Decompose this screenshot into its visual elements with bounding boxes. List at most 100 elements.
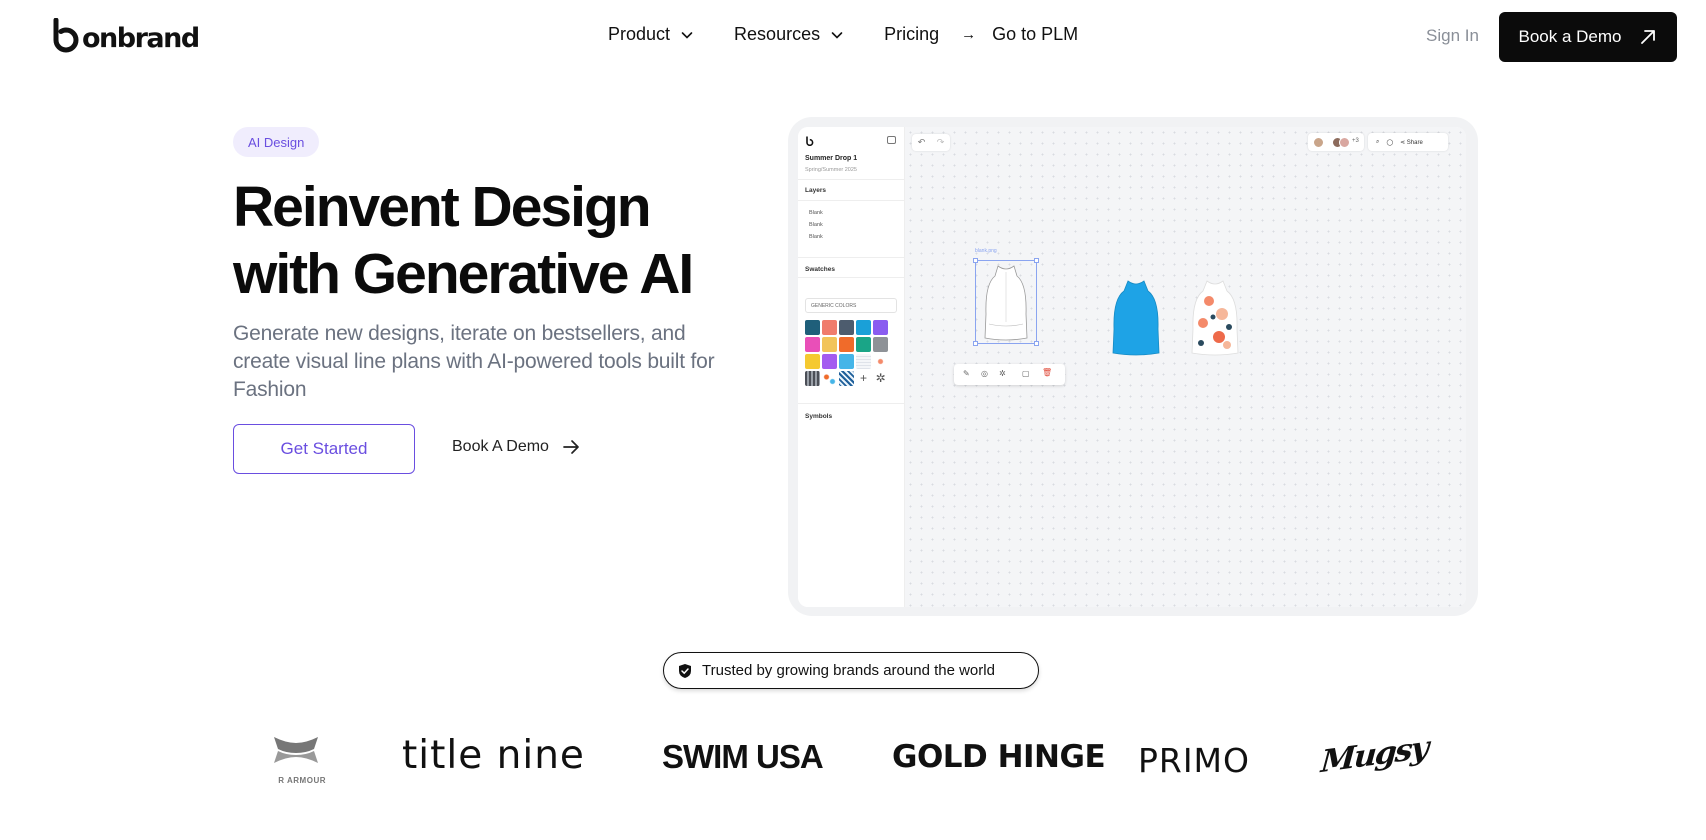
chevron-down-icon	[831, 31, 843, 39]
nav-product-label: Product	[608, 24, 671, 44]
collaborators-count: +3	[1352, 138, 1359, 144]
category-badge: AI Design	[233, 127, 320, 157]
selection-label: blank.png	[975, 248, 997, 254]
resize-handle[interactable]	[973, 341, 978, 346]
arrow-up-right-icon	[1640, 30, 1655, 44]
symbols-heading: Symbols	[805, 413, 833, 420]
generate-swatch-icon[interactable]: ✲	[873, 371, 888, 386]
book-a-demo-link[interactable]: Book A Demo	[452, 437, 581, 457]
divider	[798, 179, 905, 180]
search-icon[interactable]: ⌕	[1376, 139, 1379, 146]
avatar	[1313, 137, 1324, 148]
avatar	[1339, 137, 1350, 148]
swatch[interactable]	[839, 354, 854, 369]
onbrand-mark-icon	[53, 18, 79, 53]
brand-logo-mugsy: Mugsy	[1319, 729, 1429, 781]
garment-blank[interactable]	[981, 264, 1031, 342]
swatch[interactable]	[822, 320, 837, 335]
undo-icon[interactable]: ↶	[918, 137, 926, 148]
garment-pattern[interactable]	[1189, 279, 1241, 357]
divider	[798, 200, 905, 201]
brand-name: R ARMOUR	[278, 776, 326, 785]
lock-icon[interactable]: ▢	[1022, 369, 1030, 378]
logo-wordmark: onbrand	[82, 23, 200, 54]
get-started-button[interactable]: Get Started	[233, 424, 415, 474]
preview-sidebar: Summer Drop 1 Spring/Summer 2025 Layers …	[798, 127, 905, 607]
layer-item[interactable]: Blank	[809, 210, 823, 216]
swatch[interactable]	[856, 354, 871, 369]
sign-in-link[interactable]: Sign In	[1426, 26, 1479, 46]
swatch[interactable]	[805, 337, 820, 352]
brand-logo-gold-hinge: GOLD HINGE	[892, 739, 1106, 775]
app-preview: Summer Drop 1 Spring/Summer 2025 Layers …	[798, 127, 1466, 607]
brand-logo-primo: PRIMO	[1138, 741, 1251, 780]
panel-toggle-icon[interactable]	[887, 136, 896, 144]
resize-handle[interactable]	[973, 258, 978, 263]
swatch[interactable]	[873, 354, 888, 369]
swatch[interactable]	[822, 337, 837, 352]
brand-logo-swim-usa: SWIM USA	[662, 738, 824, 775]
main-menu: Product Resources Pricing → Go to PLM	[608, 24, 1078, 45]
hero-title: Reinvent Design with Generative AI	[233, 174, 753, 308]
nav-pricing[interactable]: Pricing	[884, 24, 939, 45]
hero-subtitle: Generate new designs, iterate on bestsel…	[233, 322, 715, 401]
swatch[interactable]	[873, 320, 888, 335]
divider	[798, 257, 905, 258]
edit-icon[interactable]: ✎	[963, 369, 970, 378]
redo-icon[interactable]: ↷	[937, 137, 945, 148]
undo-redo-group: ↶ ↷	[912, 134, 950, 151]
layer-item[interactable]: Blank	[809, 234, 823, 240]
add-swatch-button[interactable]: +	[856, 371, 871, 386]
share-group: ⌕ ◯ ⋖ Share	[1368, 133, 1448, 151]
comment-icon[interactable]: ◯	[1386, 139, 1393, 146]
share-label: Share	[1406, 139, 1423, 146]
collaborators[interactable]: +3	[1308, 133, 1364, 151]
divider	[798, 277, 905, 278]
onbrand-logo[interactable]: onbrand	[52, 18, 200, 54]
top-nav: onbrand Product Resources Pricing → Go t…	[0, 0, 1706, 74]
object-toolbar: ✎ ◎ ✲ ▢ 🗑	[954, 364, 1065, 385]
divider	[798, 403, 905, 404]
swatch[interactable]	[822, 354, 837, 369]
layers-heading: Layers	[805, 187, 826, 194]
project-season: Spring/Summer 2025	[805, 167, 857, 173]
swatch-set-select[interactable]: GENERIC COLORS	[805, 298, 897, 313]
swatch[interactable]	[805, 354, 820, 369]
nav-go-to-plm[interactable]: → Go to PLM	[961, 24, 1078, 45]
nav-resources[interactable]: Resources	[734, 24, 844, 45]
project-name[interactable]: Summer Drop 1	[805, 155, 857, 162]
hero-title-line2: with Generative AI	[233, 242, 694, 306]
under-armour-mark-icon	[274, 737, 318, 763]
nav-plm-label: Go to PLM	[992, 24, 1079, 44]
resize-handle[interactable]	[1034, 341, 1039, 346]
nav-product[interactable]: Product	[608, 24, 694, 45]
nav-pricing-label: Pricing	[884, 24, 940, 44]
swatch[interactable]	[822, 371, 837, 386]
swatch[interactable]	[873, 337, 888, 352]
layer-item[interactable]: Blank	[809, 222, 823, 228]
book-a-demo-label: Book A Demo	[452, 438, 549, 455]
swatch[interactable]	[805, 371, 820, 386]
swatch[interactable]	[856, 337, 871, 352]
brand-logo-title-nine: title nine	[402, 733, 585, 778]
book-demo-label: Book a Demo	[1518, 27, 1622, 46]
design-canvas[interactable]: ↶ ↷ +3 ⌕ ◯ ⋖ Share blank.png ✎ ◎ ✲ ▢ 🗑	[905, 127, 1466, 607]
swatch[interactable]	[839, 371, 854, 386]
swatch[interactable]	[839, 320, 854, 335]
delete-icon[interactable]: 🗑	[1042, 368, 1052, 377]
arrow-right-icon: →	[961, 26, 977, 43]
swatch-set-label: GENERIC COLORS	[811, 303, 857, 309]
palette-icon[interactable]: ◎	[981, 369, 988, 378]
swatch[interactable]	[805, 320, 820, 335]
share-button[interactable]: ⋖ Share	[1400, 139, 1423, 146]
magic-icon[interactable]: ✲	[999, 369, 1006, 378]
book-demo-button[interactable]: Book a Demo	[1499, 12, 1677, 62]
swatch[interactable]	[856, 320, 871, 335]
garment-blue[interactable]	[1110, 279, 1162, 357]
resize-handle[interactable]	[1034, 258, 1039, 263]
hero-title-line1: Reinvent Design	[233, 175, 652, 239]
swatch[interactable]	[839, 337, 854, 352]
trust-label: Trusted by growing brands around the wor…	[702, 662, 995, 679]
arrow-right-icon	[563, 440, 579, 454]
trust-badge: Trusted by growing brands around the wor…	[663, 652, 1039, 689]
